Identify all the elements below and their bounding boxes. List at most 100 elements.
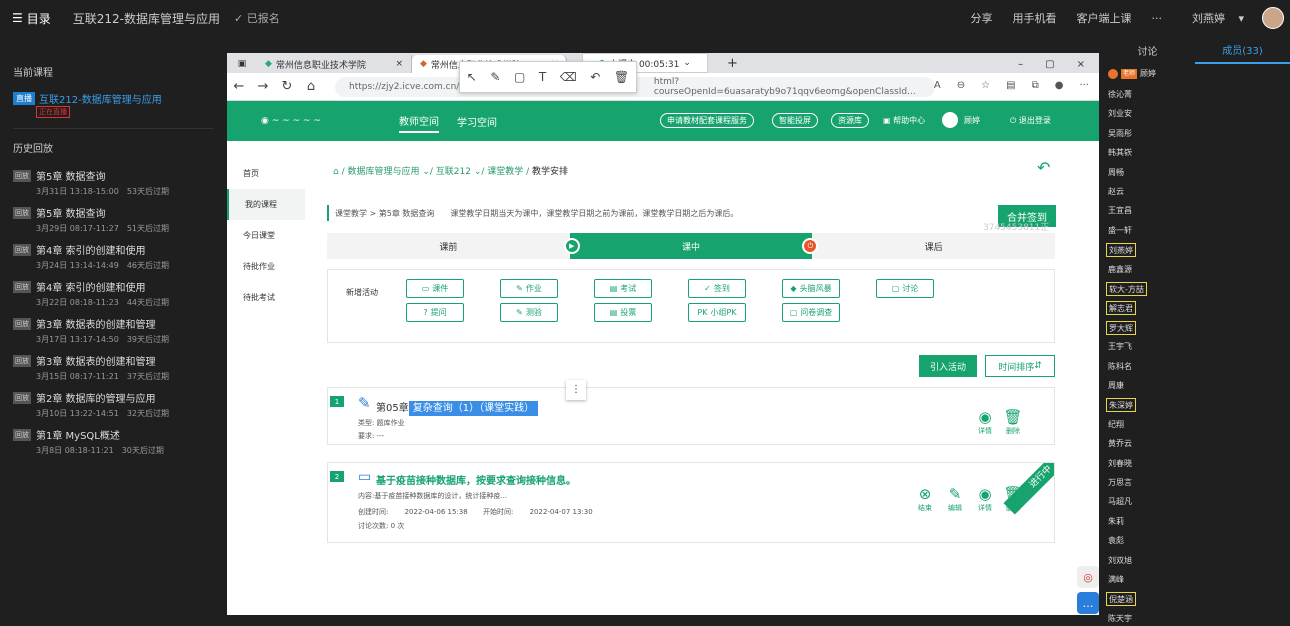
add-activity-button[interactable]: ✎ 作业 [500, 279, 558, 298]
add-activity-button[interactable]: ✓ 签到 [688, 279, 746, 298]
delete-button[interactable]: 🗑 删除 [1000, 408, 1026, 436]
member-item[interactable]: 倪楚涵 [1106, 592, 1136, 607]
chrome-icon[interactable]: ◎ [1077, 566, 1099, 588]
history-item[interactable]: 回放 第1章 MySQL概述 3月8日 08:18-11:21 30天后过期 [13, 427, 213, 456]
sort-by-time-button[interactable]: 时间排序 ⇵ [985, 355, 1055, 377]
history-item[interactable]: 回放 第2章 数据库的管理与应用 3月10日 13:22-14:51 32天后过期 [13, 390, 213, 419]
member-item[interactable]: 鹿鑫源 [1106, 263, 1134, 277]
edit-button[interactable]: ✎ 编辑 [942, 485, 968, 513]
add-activity-button[interactable]: ▢ 讨论 [876, 279, 934, 298]
add-activity-button[interactable]: ? 提问 [406, 303, 464, 322]
eraser-icon[interactable]: ⌫ [560, 70, 577, 84]
member-item[interactable]: 朱莉 [1106, 515, 1126, 529]
member-item[interactable]: 纪翔 [1106, 418, 1126, 432]
member-item[interactable]: 黄乔云 [1106, 437, 1134, 451]
new-tab-icon[interactable]: + [727, 56, 738, 73]
tab-menu-icon[interactable]: ▣ [227, 55, 257, 73]
tab-discussion[interactable]: 讨论 [1100, 36, 1195, 64]
nav-teacher-space[interactable]: 教师空间 [399, 110, 439, 133]
more-vertical-icon[interactable]: ⋮ [566, 380, 586, 400]
add-activity-button[interactable]: ▤ 投票 [594, 303, 652, 322]
member-item[interactable]: 马超凡 [1106, 495, 1134, 509]
user-menu[interactable]: 刘燕婷 ▾ [1182, 10, 1244, 26]
member-item[interactable]: 刘业安 [1106, 107, 1134, 121]
detail-button[interactable]: ◉ 详情 [972, 485, 998, 513]
profile-icon[interactable]: ● [1055, 80, 1064, 91]
menu-button[interactable]: ☰ 目录 [12, 10, 51, 27]
pen-icon[interactable]: ✎ [490, 70, 500, 84]
nav-study-space[interactable]: 学习空间 [457, 114, 497, 129]
member-item[interactable]: 吴雨彤 [1106, 127, 1134, 141]
activity-card-2[interactable]: 2 ▭ 基于疫苗接种数据库，按要求查询接种信息。 内容:基于疫苗接种数据库的设计… [327, 462, 1055, 543]
sidenav-item[interactable]: 首页 [227, 158, 305, 189]
back-arrow-icon[interactable]: ↶ [1037, 158, 1050, 177]
help-center-link[interactable]: ▣ 帮助中心 [883, 115, 925, 126]
resource-library-button[interactable]: 资源库 [831, 113, 869, 128]
member-item[interactable]: 刘双旭 [1106, 554, 1134, 568]
smart-cast-button[interactable]: 智能投屏 [772, 113, 818, 128]
tab-members[interactable]: 成员(33) [1195, 36, 1290, 64]
add-activity-button[interactable]: ✎ 测验 [500, 303, 558, 322]
sidenav-item[interactable]: 我的课程 [227, 189, 305, 220]
import-activity-button[interactable]: 引入活动 [919, 355, 977, 377]
stage-during[interactable]: ▶ 课中 ⏻ [563, 233, 819, 259]
member-item[interactable]: 徐沁菁 [1106, 88, 1134, 102]
member-item[interactable]: 周康 [1106, 379, 1126, 393]
current-course-item[interactable]: 直播 互联212-数据库管理与应用 [13, 91, 162, 106]
client-class-button[interactable]: 客户端上课 [1076, 10, 1131, 26]
sidenav-item[interactable]: 待批考试 [227, 282, 305, 313]
text-icon[interactable]: T [539, 70, 546, 84]
add-activity-button[interactable]: ▢ 问卷调查 [782, 303, 840, 322]
member-item[interactable]: 赵云 [1106, 185, 1126, 199]
history-item[interactable]: 回放 第5章 数据查询 3月31日 13:18-15:00 53天后过期 [13, 168, 213, 197]
avatar[interactable] [1262, 7, 1284, 29]
member-item[interactable]: 软大-方喆 [1106, 282, 1147, 296]
add-activity-button[interactable]: PK 小组PK [688, 303, 746, 322]
browser-tab[interactable]: ◆ 常州信息职业技术学院 × [257, 55, 412, 73]
read-aloud-icon[interactable]: A [934, 80, 941, 91]
maximize-icon[interactable]: ▢ [1045, 59, 1054, 70]
home-icon[interactable]: ⌂ [299, 79, 323, 94]
member-item[interactable]: 王宇飞 [1106, 340, 1134, 354]
add-activity-button[interactable]: ◆ 头脑风暴 [782, 279, 840, 298]
delete-button[interactable]: 🗑 删除 [1000, 485, 1026, 513]
stage-before[interactable]: 课前 [327, 233, 570, 259]
member-item[interactable]: 刘燕婷 [1106, 243, 1136, 258]
add-activity-button[interactable]: ▭ 课件 [406, 279, 464, 298]
apply-course-service-button[interactable]: 申请教材配套课程服务 [660, 113, 754, 128]
more-icon[interactable]: ··· [1079, 80, 1089, 91]
member-item[interactable]: 罗大辉 [1106, 320, 1136, 335]
user-avatar[interactable] [942, 112, 958, 128]
history-item[interactable]: 回放 第3章 数据表的创建和管理 3月17日 13:17-14:50 39天后过期 [13, 316, 213, 345]
member-item[interactable]: 袁彪 [1106, 534, 1126, 548]
member-item[interactable]: 陈科名 [1106, 360, 1134, 374]
more-button[interactable]: ··· [1151, 12, 1162, 25]
member-item[interactable]: 韩其嵚 [1106, 146, 1134, 160]
history-item[interactable]: 回放 第4章 索引的创建和使用 3月22日 08:18-11:23 44天后过期 [13, 279, 213, 308]
history-item[interactable]: 回放 第3章 数据表的创建和管理 3月15日 08:17-11:21 37天后过期 [13, 353, 213, 382]
reload-icon[interactable]: ↻ [275, 79, 299, 94]
logout-link[interactable]: ⏻ 退出登录 [1010, 115, 1051, 126]
member-item[interactable]: 朱深婷 [1106, 398, 1136, 413]
history-item[interactable]: 回放 第4章 索引的创建和使用 3月24日 13:14-14:49 46天后过期 [13, 242, 213, 271]
activity-card-1[interactable]: 1 ✎ 第05章 复杂查询（1）（课堂实践） ⋮ 类型: 题库作业 要求: ---… [327, 380, 1055, 445]
undo-icon[interactable]: ↶ [590, 70, 600, 84]
member-item[interactable]: 解志君 [1106, 301, 1136, 316]
sidenav-item[interactable]: 待批作业 [227, 251, 305, 282]
member-item[interactable]: 盛一轩 [1106, 224, 1134, 238]
mobile-view-button[interactable]: 用手机看 [1012, 10, 1056, 26]
stage-after[interactable]: 课后 [812, 233, 1055, 259]
add-activity-button[interactable]: ▤ 考试 [594, 279, 652, 298]
trash-icon[interactable]: 🗑 [614, 70, 629, 84]
forward-icon[interactable]: → [251, 79, 275, 94]
chat-icon[interactable]: … [1077, 592, 1099, 614]
collections-icon[interactable]: ▤ [1006, 80, 1015, 91]
rectangle-icon[interactable]: ▢ [514, 70, 525, 84]
detail-button[interactable]: ◉ 详情 [972, 408, 998, 436]
teacher-item[interactable]: 老师 顾婷 [1106, 67, 1158, 81]
member-item[interactable]: 王宜昌 [1106, 204, 1134, 218]
back-icon[interactable]: ← [227, 79, 251, 94]
member-item[interactable]: 刘春晓 [1106, 457, 1134, 471]
zoom-icon[interactable]: ⊖ [957, 80, 965, 91]
minimize-icon[interactable]: – [1018, 59, 1023, 70]
